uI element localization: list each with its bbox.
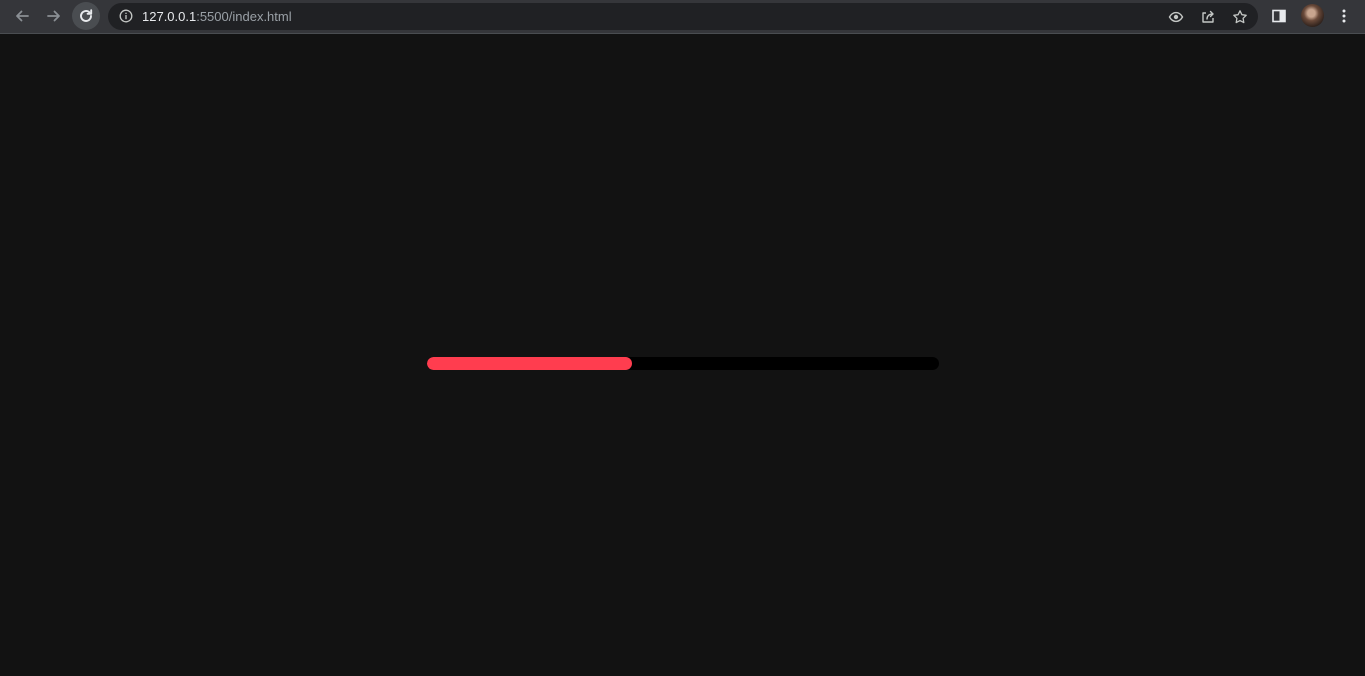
side-panel-icon[interactable] (1268, 5, 1290, 27)
star-icon[interactable] (1230, 7, 1250, 27)
reload-button[interactable] (72, 2, 100, 30)
forward-button[interactable] (40, 2, 68, 30)
kebab-menu-icon[interactable] (1333, 5, 1355, 27)
url-path: :5500/index.html (196, 9, 292, 24)
browser-toolbar: 127.0.0.1:5500/index.html (0, 0, 1365, 34)
info-icon[interactable] (119, 9, 133, 23)
profile-avatar[interactable] (1301, 4, 1324, 27)
share-icon[interactable] (1198, 7, 1218, 27)
eye-icon[interactable] (1166, 7, 1186, 27)
url-host: 127.0.0.1 (142, 9, 197, 24)
forward-arrow-icon (47, 10, 60, 22)
progress-bar-track (427, 357, 939, 370)
back-arrow-icon (16, 10, 29, 22)
address-bar[interactable]: 127.0.0.1:5500/index.html (108, 3, 1258, 30)
reload-icon (80, 9, 93, 22)
back-button[interactable] (8, 2, 36, 30)
url-text[interactable]: 127.0.0.1:5500/index.html (142, 9, 292, 24)
page-viewport (0, 35, 1365, 676)
progress-bar-fill (427, 357, 632, 370)
